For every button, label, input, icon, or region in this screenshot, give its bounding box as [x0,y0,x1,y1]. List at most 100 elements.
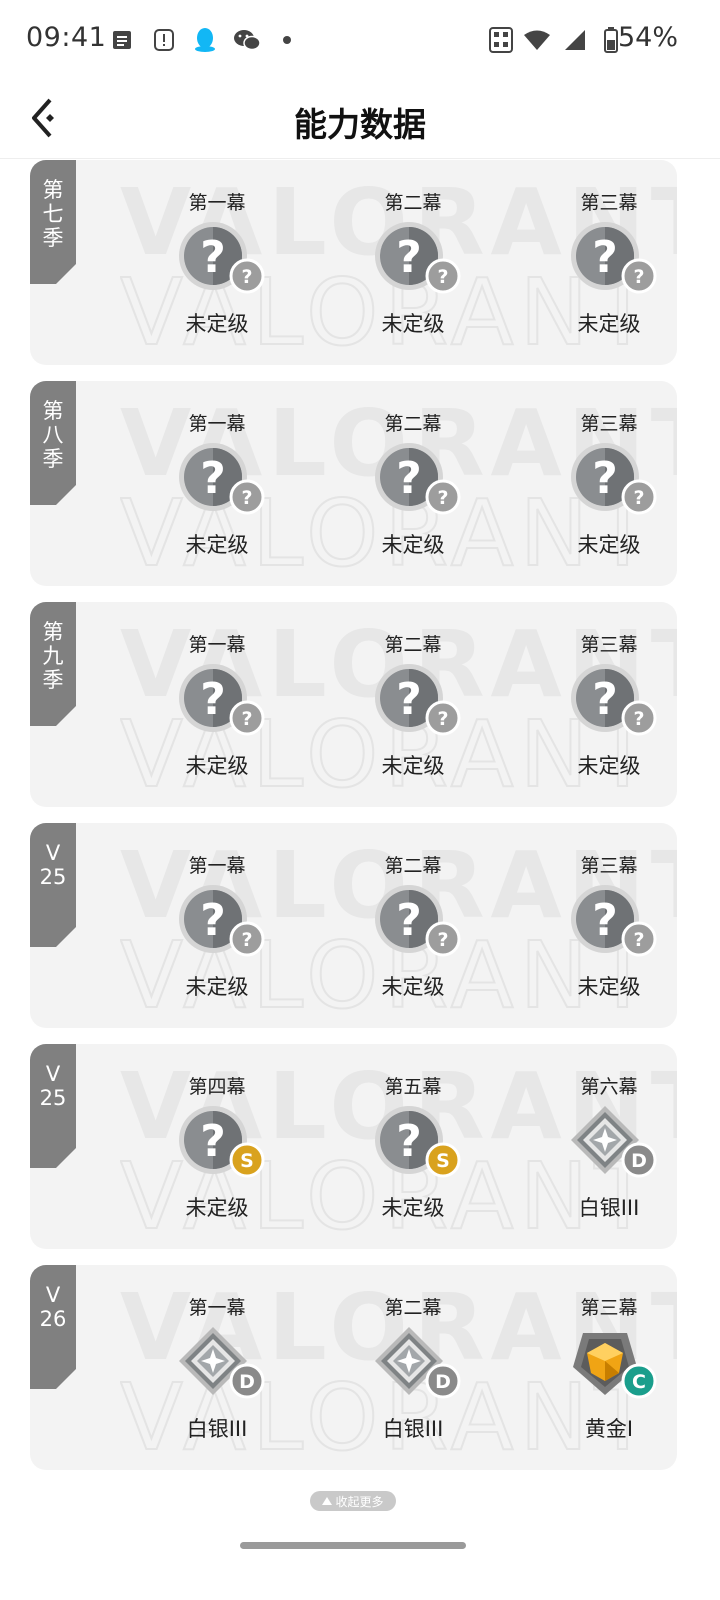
svg-text:?: ? [241,929,252,951]
act-rank-item[interactable]: 第三幕 ? ? 未定级 [549,381,669,586]
svg-text:?: ? [241,708,252,730]
season-tag: V 26 [30,1265,76,1389]
act-rank-label: 未定级 [185,975,249,999]
season-tag: 第九季 [30,602,76,726]
notes-icon [110,26,134,54]
act-rank-label: 白银III [186,1417,248,1441]
season-card: VALORANT VALORANT V25第一幕 ? ?未定级第二幕 ? ?未定… [30,823,677,1028]
app-header: 能力数据 [0,80,720,159]
act-name: 第三幕 [580,634,638,656]
act-rank-item[interactable]: 第二幕 ? ? 未定级 [353,602,473,807]
svg-text:?: ? [592,674,618,725]
act-name: 第一幕 [188,1297,246,1319]
svg-text:S: S [240,1150,254,1172]
silver-rank-icon: D [373,1327,463,1407]
act-rank-item[interactable]: 第二幕 ? ? 未定级 [353,160,473,365]
act-name: 第二幕 [384,634,442,656]
act-name: 第三幕 [580,192,638,214]
act-rank-item[interactable]: 第一幕 ? ? 未定级 [157,381,277,586]
unranked-rank-icon: ? ? [373,885,463,965]
unranked-rank-icon: ? ? [177,222,267,302]
act-rank-item[interactable]: 第六幕 D 白银III [549,1044,669,1249]
act-rank-item[interactable]: 第二幕 ? ? 未定级 [353,823,473,1028]
act-rank-label: 未定级 [185,312,249,336]
act-name: 第一幕 [188,192,246,214]
season-tag-label: 第七季 [42,178,64,250]
act-name: 第二幕 [384,192,442,214]
svg-text:?: ? [241,487,252,509]
svg-text:?: ? [633,266,644,288]
act-rank-label: 未定级 [381,312,445,336]
act-name: 第一幕 [188,855,246,877]
season-tag-label: 第八季 [42,399,64,471]
act-rank-item[interactable]: 第一幕 D 白银III [157,1265,277,1470]
svg-text:?: ? [200,232,226,283]
svg-text:?: ? [200,1116,226,1167]
season-tag: V 25 [30,823,76,947]
act-name: 第一幕 [188,634,246,656]
act-rank-item[interactable]: 第二幕 D 白银III [353,1265,473,1470]
svg-text:?: ? [241,266,252,288]
act-rank-label: 未定级 [185,1196,249,1220]
act-rank-item[interactable]: 第五幕 ? S 未定级 [353,1044,473,1249]
act-name: 第二幕 [384,1297,442,1319]
svg-text:?: ? [396,674,422,725]
act-rank-label: 未定级 [577,754,641,778]
svg-text:?: ? [633,929,644,951]
act-rank-item[interactable]: 第二幕 ? ? 未定级 [353,381,473,586]
season-card: VALORANT VALORANT 第七季第一幕 ? ?未定级第二幕 ? ?未定… [30,160,677,365]
signal-icon [562,26,588,54]
season-tag-label: 第九季 [42,620,64,692]
season-tag: 第七季 [30,160,76,284]
act-rank-item[interactable]: 第一幕 ? ? 未定级 [157,823,277,1028]
act-name: 第二幕 [384,855,442,877]
unranked-rank-icon: ? ? [569,664,659,744]
season-card: VALORANT VALORANT V 26 第一幕 D 白银III 第二幕 D 白银II… [30,1265,677,1470]
act-rank-item[interactable]: 第三幕 ? ? 未定级 [549,823,669,1028]
act-rank-item[interactable]: 第一幕 ? ? 未定级 [157,602,277,807]
svg-text:D: D [631,1150,647,1172]
nfc-icon [488,26,514,54]
act-rank-item[interactable]: 第三幕 ? ? 未定级 [549,602,669,807]
act-name: 第六幕 [580,1076,638,1098]
svg-text:?: ? [437,266,448,288]
season-card: VALORANT VALORANT 第九季第一幕 ? ?未定级第二幕 ? ?未定… [30,602,677,807]
act-rank-label: 未定级 [381,754,445,778]
act-rank-label: 未定级 [381,1196,445,1220]
svg-text:?: ? [633,487,644,509]
act-rank-label: 未定级 [185,754,249,778]
status-time: 09:41 [26,22,107,53]
act-rank-label: 黄金I [584,1417,634,1441]
act-rank-item[interactable]: 第一幕 ? ? 未定级 [157,160,277,365]
act-name: 第二幕 [384,413,442,435]
act-rank-label: 白银III [382,1417,444,1441]
svg-text:?: ? [200,674,226,725]
season-tag-label: V 26 [39,1283,67,1331]
act-name: 第三幕 [580,855,638,877]
unranked-rank-icon: ? S [177,1106,267,1186]
home-indicator[interactable] [240,1542,466,1549]
act-rank-item[interactable]: 第四幕 ? S 未定级 [157,1044,277,1249]
svg-text:?: ? [396,1116,422,1167]
act-rank-label: 未定级 [577,312,641,336]
svg-text:C: C [632,1371,646,1393]
svg-text:?: ? [200,453,226,504]
silver-rank-icon: D [569,1106,659,1186]
page-title: 能力数据 [294,105,426,144]
svg-text:?: ? [592,895,618,946]
unranked-rank-icon: ? ? [569,222,659,302]
battery-level: 54% [617,22,678,53]
act-rank-label: 未定级 [185,533,249,557]
svg-text:?: ? [396,453,422,504]
season-card: VALORANT VALORANT 第八季第一幕 ? ?未定级第二幕 ? ?未定… [30,381,677,586]
svg-text:D: D [435,1371,451,1393]
act-rank-item[interactable]: 第三幕 C 黄金I [549,1265,669,1470]
wechat-icon [232,26,262,54]
act-name: 第四幕 [188,1076,246,1098]
season-tag-label: V 25 [39,841,67,889]
collapse-button[interactable]: 收起更多 [310,1491,396,1511]
act-rank-item[interactable]: 第三幕 ? ? 未定级 [549,160,669,365]
unranked-rank-icon: ? ? [373,443,463,523]
svg-text:S: S [436,1150,450,1172]
act-rank-label: 未定级 [577,975,641,999]
